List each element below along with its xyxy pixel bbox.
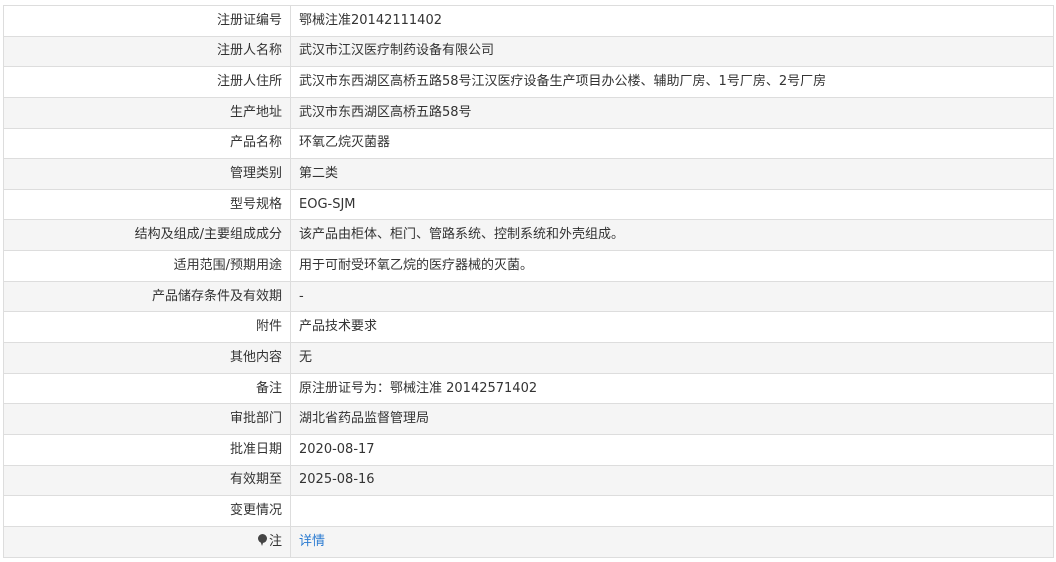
model-spec-value: EOG-SJM — [290, 188, 1054, 221]
approval-department-label: 审批部门 — [3, 403, 291, 435]
production-address-value: 武汉市东西湖区高桥五路58号 — [290, 96, 1054, 129]
change-history-value — [290, 495, 1054, 527]
other-content-value: 无 — [290, 342, 1054, 374]
row-storage-validity: 产品储存条件及有效期 - — [3, 280, 1054, 313]
record-table-body: 注册证编号 鄂械注准20142111402 注册人名称 武汉市江汉医疗制药设备有… — [3, 5, 1054, 558]
row-note: 注 详情 — [3, 525, 1054, 558]
attachment-label: 附件 — [3, 311, 291, 344]
registration-number-label: 注册证编号 — [3, 5, 291, 37]
row-approval-date: 批准日期 2020-08-17 — [3, 433, 1054, 466]
approval-department-value: 湖北省药品监督管理局 — [290, 403, 1054, 435]
valid-until-label: 有效期至 — [3, 464, 291, 497]
row-other-content: 其他内容 无 — [3, 342, 1054, 374]
valid-until-value: 2025-08-16 — [290, 464, 1054, 497]
management-category-label: 管理类别 — [3, 158, 291, 190]
row-structure-composition: 结构及组成/主要组成成分 该产品由柜体、柜门、管路系统、控制系统和外壳组成。 — [3, 219, 1054, 252]
attachment-value: 产品技术要求 — [290, 311, 1054, 344]
intended-use-value: 用于可耐受环氧乙烷的医疗器械的灭菌。 — [290, 250, 1054, 282]
row-production-address: 生产地址 武汉市东西湖区高桥五路58号 — [3, 96, 1054, 129]
approval-date-value: 2020-08-17 — [290, 433, 1054, 466]
storage-validity-label: 产品储存条件及有效期 — [3, 280, 291, 313]
change-history-label: 变更情况 — [3, 495, 291, 527]
row-registrant-address: 注册人住所 武汉市东西湖区高桥五路58号江汉医疗设备生产项目办公楼、辅助厂房、1… — [3, 66, 1054, 98]
map-pin-icon — [257, 533, 267, 546]
row-change-history: 变更情况 — [3, 495, 1054, 527]
row-remarks: 备注 原注册证号为：鄂械注准 20142571402 — [3, 372, 1054, 405]
row-registration-number: 注册证编号 鄂械注准20142111402 — [3, 5, 1054, 37]
row-attachment: 附件 产品技术要求 — [3, 311, 1054, 344]
structure-composition-label: 结构及组成/主要组成成分 — [3, 219, 291, 252]
registration-number-value: 鄂械注准20142111402 — [290, 5, 1054, 37]
row-model-spec: 型号规格 EOG-SJM — [3, 188, 1054, 221]
model-spec-label: 型号规格 — [3, 188, 291, 221]
details-link[interactable]: 详情 — [299, 534, 325, 549]
structure-composition-value: 该产品由柜体、柜门、管路系统、控制系统和外壳组成。 — [290, 219, 1054, 252]
intended-use-label: 适用范围/预期用途 — [3, 250, 291, 282]
production-address-label: 生产地址 — [3, 96, 291, 129]
row-product-name: 产品名称 环氧乙烷灭菌器 — [3, 127, 1054, 160]
remarks-value: 原注册证号为：鄂械注准 20142571402 — [290, 372, 1054, 405]
approval-date-label: 批准日期 — [3, 433, 291, 466]
other-content-label: 其他内容 — [3, 342, 291, 374]
storage-validity-value: - — [290, 280, 1054, 313]
product-name-value: 环氧乙烷灭菌器 — [290, 127, 1054, 160]
product-name-label: 产品名称 — [3, 127, 291, 160]
registrant-name-label: 注册人名称 — [3, 35, 291, 68]
note-label-cell: 注 — [3, 525, 291, 558]
row-approval-department: 审批部门 湖北省药品监督管理局 — [3, 403, 1054, 435]
registrant-name-value: 武汉市江汉医疗制药设备有限公司 — [290, 35, 1054, 68]
row-management-category: 管理类别 第二类 — [3, 158, 1054, 190]
management-category-value: 第二类 — [290, 158, 1054, 190]
note-label: 注 — [268, 533, 282, 549]
row-registrant-name: 注册人名称 武汉市江汉医疗制药设备有限公司 — [3, 35, 1054, 68]
note-value-cell: 详情 — [290, 525, 1054, 558]
registrant-address-label: 注册人住所 — [3, 66, 291, 98]
remarks-label: 备注 — [3, 372, 291, 405]
registration-record-table: 注册证编号 鄂械注准20142111402 注册人名称 武汉市江汉医疗制药设备有… — [3, 5, 1054, 558]
registrant-address-value: 武汉市东西湖区高桥五路58号江汉医疗设备生产项目办公楼、辅助厂房、1号厂房、2号… — [290, 66, 1054, 98]
row-valid-until: 有效期至 2025-08-16 — [3, 464, 1054, 497]
row-intended-use: 适用范围/预期用途 用于可耐受环氧乙烷的医疗器械的灭菌。 — [3, 250, 1054, 282]
